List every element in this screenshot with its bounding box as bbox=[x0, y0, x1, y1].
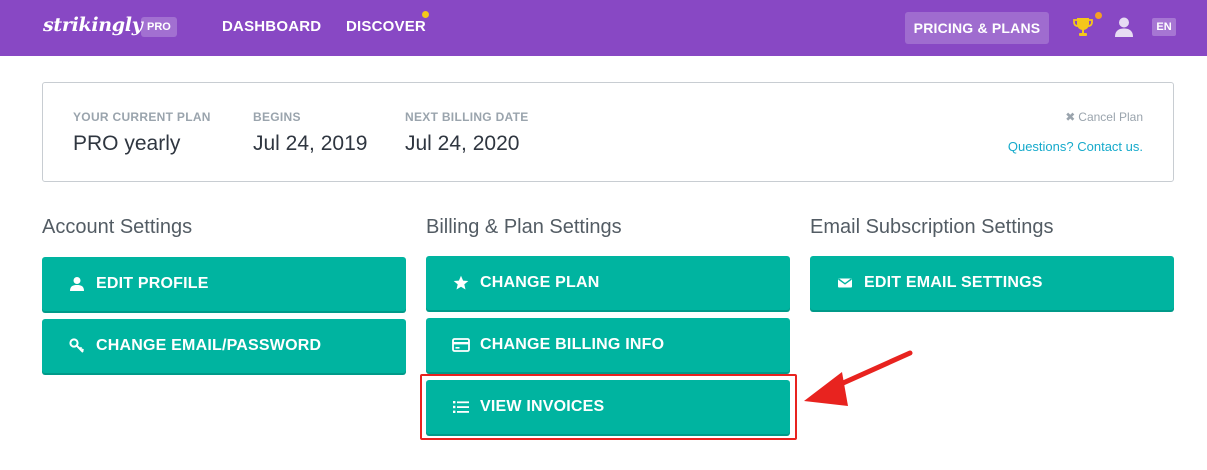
billing-settings-title: Billing & Plan Settings bbox=[426, 216, 622, 238]
language-selector[interactable]: EN bbox=[1152, 18, 1176, 36]
email-settings-title: Email Subscription Settings bbox=[810, 216, 1054, 238]
highlight-annotation-box bbox=[420, 374, 797, 440]
cancel-plan-link[interactable]: ✖ Cancel Plan bbox=[1065, 110, 1143, 124]
trophy-notification-dot bbox=[1095, 12, 1102, 19]
change-email-password-label: CHANGE EMAIL/PASSWORD bbox=[96, 337, 322, 354]
next-billing-label: NEXT BILLING DATE bbox=[405, 110, 529, 124]
begins-column: BEGINS Jul 24, 2019 bbox=[253, 110, 367, 156]
change-billing-info-button[interactable]: CHANGE BILLING INFO bbox=[426, 318, 790, 372]
change-plan-button[interactable]: CHANGE PLAN bbox=[426, 256, 790, 310]
strikingly-logo[interactable]: strikingly bbox=[43, 14, 143, 36]
user-account-icon[interactable] bbox=[1114, 16, 1134, 38]
pro-badge: PRO bbox=[141, 17, 177, 37]
begins-label: BEGINS bbox=[253, 110, 301, 124]
change-email-password-button[interactable]: CHANGE EMAIL/PASSWORD bbox=[42, 319, 406, 373]
current-plan-column: YOUR CURRENT PLAN PRO yearly bbox=[73, 110, 211, 156]
change-plan-label: CHANGE PLAN bbox=[480, 274, 600, 291]
top-navigation-bar: strikingly PRO DASHBOARD DISCOVER PRICIN… bbox=[0, 0, 1207, 56]
trophy-icon[interactable] bbox=[1073, 16, 1093, 38]
current-plan-label: YOUR CURRENT PLAN bbox=[73, 110, 211, 124]
current-plan-value: PRO yearly bbox=[73, 132, 181, 155]
cancel-plan-label: Cancel Plan bbox=[1078, 110, 1143, 124]
nav-discover[interactable]: DISCOVER bbox=[346, 18, 426, 35]
change-billing-info-label: CHANGE BILLING INFO bbox=[480, 336, 665, 353]
next-billing-column: NEXT BILLING DATE Jul 24, 2020 bbox=[405, 110, 529, 156]
annotation-arrow-icon bbox=[798, 348, 916, 412]
contact-us-link[interactable]: Questions? Contact us. bbox=[1008, 139, 1143, 154]
edit-email-settings-button[interactable]: EDIT EMAIL SETTINGS bbox=[810, 256, 1174, 310]
close-icon: ✖ bbox=[1065, 110, 1076, 124]
key-icon bbox=[68, 337, 86, 355]
notification-dot bbox=[422, 11, 429, 18]
nav-dashboard[interactable]: DASHBOARD bbox=[222, 18, 321, 35]
user-icon bbox=[68, 275, 86, 293]
edit-email-settings-label: EDIT EMAIL SETTINGS bbox=[864, 274, 1043, 291]
credit-card-icon bbox=[452, 336, 470, 354]
begins-value: Jul 24, 2019 bbox=[253, 132, 368, 155]
next-billing-value: Jul 24, 2020 bbox=[405, 132, 520, 155]
star-icon bbox=[452, 274, 470, 292]
pricing-plans-button[interactable]: PRICING & PLANS bbox=[905, 12, 1049, 44]
account-settings-title: Account Settings bbox=[42, 216, 193, 238]
current-plan-panel: YOUR CURRENT PLAN PRO yearly BEGINS Jul … bbox=[42, 82, 1174, 182]
edit-profile-label: EDIT PROFILE bbox=[96, 275, 209, 292]
edit-profile-button[interactable]: EDIT PROFILE bbox=[42, 257, 406, 311]
envelope-icon bbox=[836, 274, 854, 292]
